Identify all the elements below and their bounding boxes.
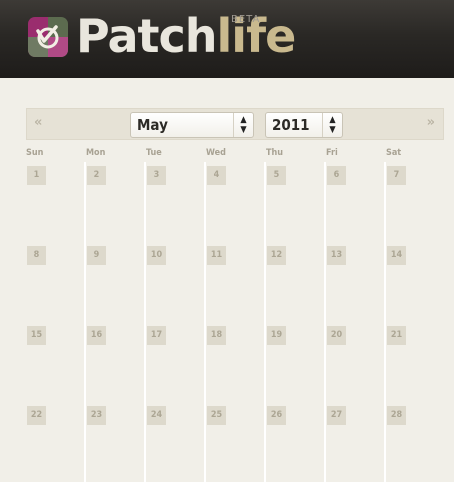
- calendar-day[interactable]: 2: [87, 166, 106, 185]
- spinner-up-icon: ▲: [240, 115, 247, 125]
- spinner-down-icon: ▼: [329, 125, 336, 135]
- year-select-value: 2011: [272, 116, 310, 134]
- spinner-down-icon: ▼: [240, 125, 247, 135]
- calendar-day[interactable]: 17: [147, 326, 166, 345]
- calendar-day[interactable]: 24: [147, 406, 166, 425]
- year-spinner-icon[interactable]: ▲ ▼: [322, 113, 342, 137]
- calendar-day[interactable]: 28: [387, 406, 406, 425]
- weekday-header: Wed: [206, 148, 226, 158]
- calendar-day[interactable]: 5: [267, 166, 286, 185]
- calendar-day[interactable]: 10: [147, 246, 166, 265]
- calendar-day[interactable]: 8: [27, 246, 46, 265]
- calendar-day[interactable]: 16: [87, 326, 106, 345]
- prev-month-arrow-icon[interactable]: «: [34, 115, 42, 130]
- column-divider: [264, 162, 266, 482]
- calendar-day[interactable]: 14: [387, 246, 406, 265]
- calendar-day[interactable]: 19: [267, 326, 286, 345]
- calendar-day[interactable]: 23: [87, 406, 106, 425]
- column-divider: [204, 162, 206, 482]
- calendar-day[interactable]: 27: [327, 406, 346, 425]
- app-header: Patchlife BETA: [0, 0, 454, 78]
- month-select-value: May: [137, 116, 168, 134]
- weekday-header: Sat: [386, 148, 402, 158]
- next-month-arrow-icon[interactable]: »: [427, 115, 435, 130]
- month-spinner-icon[interactable]: ▲ ▼: [233, 113, 253, 137]
- calendar-day[interactable]: 13: [327, 246, 346, 265]
- calendar-day[interactable]: 11: [207, 246, 226, 265]
- year-select[interactable]: 2011 ▲ ▼: [265, 112, 343, 138]
- calendar-day[interactable]: 20: [327, 326, 346, 345]
- brand-wordmark[interactable]: Patchlife: [76, 6, 296, 66]
- beta-badge: BETA: [231, 14, 261, 25]
- weekday-header: Tue: [146, 148, 162, 158]
- weekday-header: Thu: [266, 148, 284, 158]
- calendar-day[interactable]: 3: [147, 166, 166, 185]
- logo-check-mark-icon: [36, 25, 59, 49]
- column-divider: [144, 162, 146, 482]
- calendar-day[interactable]: 9: [87, 246, 106, 265]
- weekday-header: Fri: [326, 148, 338, 158]
- calendar-day[interactable]: 4: [207, 166, 226, 185]
- calendar-day[interactable]: 25: [207, 406, 226, 425]
- weekday-header: Mon: [86, 148, 106, 158]
- calendar-day[interactable]: 1: [27, 166, 46, 185]
- calendar-day[interactable]: 7: [387, 166, 406, 185]
- column-divider: [84, 162, 86, 482]
- calendar-day[interactable]: 12: [267, 246, 286, 265]
- calendar-day[interactable]: 22: [27, 406, 46, 425]
- column-divider: [324, 162, 326, 482]
- spinner-up-icon: ▲: [329, 115, 336, 125]
- column-divider: [384, 162, 386, 482]
- weekday-header: Sun: [26, 148, 44, 158]
- calendar-nav-bar: « May ▲ ▼ 2011 ▲ ▼ »: [26, 108, 444, 140]
- calendar-day[interactable]: 15: [27, 326, 46, 345]
- patchlife-logo-icon[interactable]: [28, 17, 68, 57]
- calendar-day[interactable]: 26: [267, 406, 286, 425]
- calendar-day[interactable]: 21: [387, 326, 406, 345]
- calendar-day[interactable]: 6: [327, 166, 346, 185]
- brand-word-patch: Patch: [76, 9, 218, 63]
- month-select[interactable]: May ▲ ▼: [130, 112, 254, 138]
- calendar-day[interactable]: 18: [207, 326, 226, 345]
